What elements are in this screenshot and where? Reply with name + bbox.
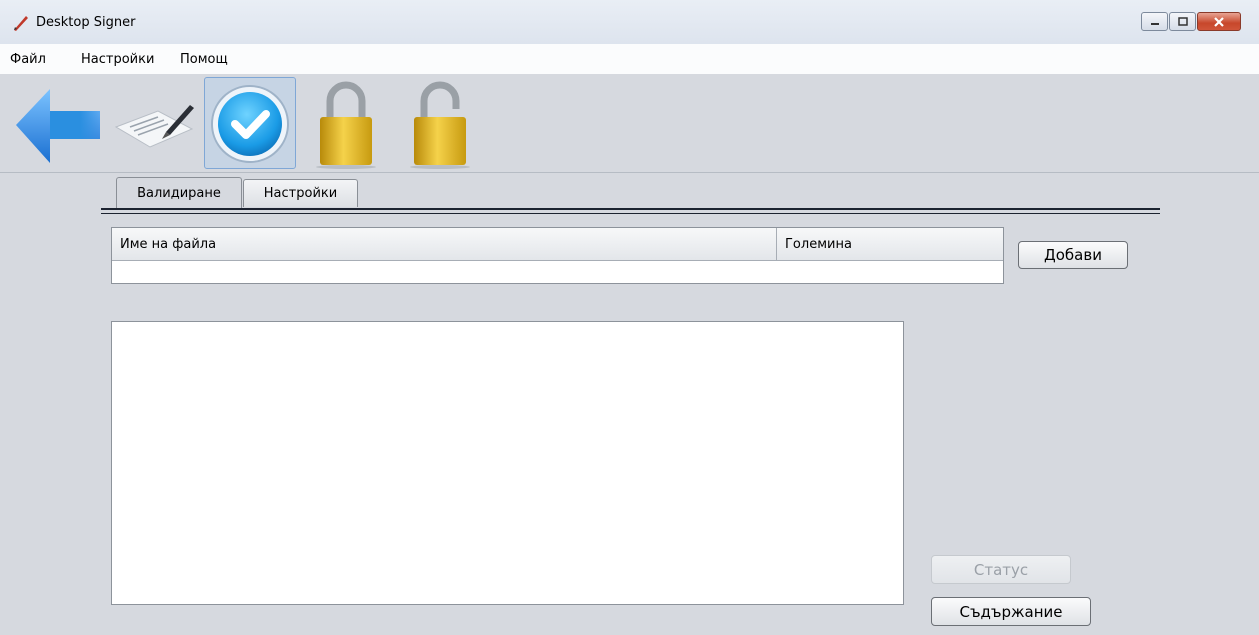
table-header: Име на файла Големина	[112, 228, 1003, 261]
content-button[interactable]: Съдържание	[931, 597, 1091, 626]
menu-bar: Файл Настройки Помощ	[0, 44, 1259, 74]
lock-button[interactable]	[300, 77, 392, 169]
menu-help[interactable]: Помощ	[180, 52, 228, 67]
close-button[interactable]	[1197, 12, 1241, 31]
toolbar-divider	[0, 172, 1259, 173]
title-bar: Desktop Signer	[0, 0, 1259, 45]
menu-settings[interactable]: Настройки	[81, 52, 154, 67]
column-size[interactable]: Големина	[777, 228, 1003, 260]
toolbar	[0, 74, 1259, 172]
tab-validation[interactable]: Валидиране	[116, 177, 242, 208]
column-file-name[interactable]: Име на файла	[112, 228, 776, 260]
back-button[interactable]	[10, 77, 102, 169]
output-text-area[interactable]	[111, 321, 904, 605]
add-button[interactable]: Добави	[1018, 241, 1128, 269]
lock-closed-icon	[316, 81, 376, 169]
window-controls	[1140, 12, 1241, 34]
menu-file[interactable]: Файл	[10, 52, 46, 67]
sign-document-icon	[114, 105, 194, 148]
files-table[interactable]: Име на файла Големина	[111, 227, 1004, 284]
close-icon	[1214, 16, 1224, 27]
tab-divider	[101, 208, 1160, 210]
tab-settings[interactable]: Настройки	[243, 179, 358, 207]
lock-open-icon	[410, 81, 470, 169]
status-button[interactable]: Статус	[931, 555, 1071, 584]
minimize-button[interactable]	[1141, 12, 1168, 31]
tab-divider-lower	[101, 213, 1160, 214]
app-quill-icon	[14, 16, 28, 31]
minimize-icon	[1150, 22, 1159, 25]
validate-button[interactable]	[204, 77, 296, 169]
maximize-icon	[1177, 17, 1188, 26]
back-arrow-icon	[16, 89, 100, 163]
sign-button[interactable]	[108, 77, 200, 169]
validate-check-icon	[211, 85, 289, 163]
maximize-button[interactable]	[1169, 12, 1196, 31]
unlock-button[interactable]	[394, 77, 486, 169]
window-title: Desktop Signer	[36, 15, 136, 30]
